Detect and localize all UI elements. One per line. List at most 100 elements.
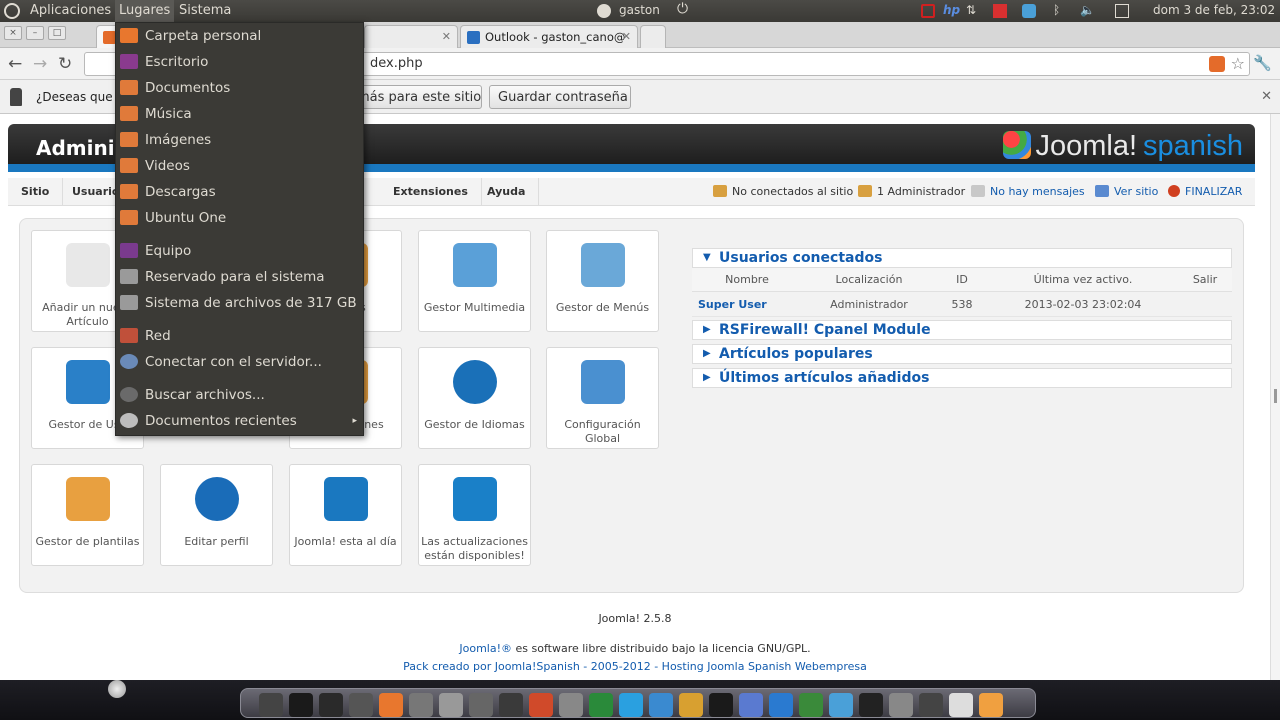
dock-app-icon[interactable] [469,693,493,717]
back-icon[interactable]: ← [8,54,22,74]
dock-app-icon[interactable] [319,693,343,717]
places-item[interactable]: Imágenes [116,128,363,152]
dock-app-icon[interactable] [649,693,673,717]
mail-icon[interactable] [1115,4,1129,18]
user-name[interactable]: gaston [619,3,660,17]
tab-second[interactable]: ✕ [364,25,458,48]
module-rsfirewall[interactable]: ▶ RSFirewall! Cpanel Module [692,320,1232,340]
quickicon[interactable]: Gestor de Idiomas [418,347,531,449]
dock-app-icon[interactable] [799,693,823,717]
user-status-icon[interactable] [597,4,611,18]
documents-folder-icon [120,80,138,95]
dock-app-icon[interactable] [889,693,913,717]
tab-close-icon[interactable]: ✕ [442,30,451,43]
menu-lugares[interactable]: Lugares [115,0,175,22]
places-item[interactable]: Música [116,102,363,126]
status-messages[interactable]: No hay mensajes [971,178,1085,206]
quickicon[interactable]: Gestor de Menús [546,230,659,332]
dock-app-icon[interactable] [559,693,583,717]
places-item[interactable]: Documentos recientes ▸ [116,409,363,433]
pack-credit[interactable]: Pack creado por Joomla!Spanish - 2005-20… [0,660,1270,673]
places-item[interactable]: Ubuntu One [116,206,363,230]
dock-app-icon[interactable] [439,693,463,717]
logout-link[interactable]: FINALIZAR [1168,178,1242,206]
places-item[interactable]: Descargas [116,180,363,204]
hp-icon[interactable]: hp [943,3,960,17]
menu-ayuda[interactable]: Ayuda [474,178,540,206]
admin-status-icon [858,185,872,197]
quickicon[interactable]: Gestor de plantilas [31,464,144,566]
tab-outlook[interactable]: Outlook - gaston_cano@ ✕ [460,25,638,48]
close-window-icon[interactable]: × [4,26,22,40]
dock-app-icon[interactable] [859,693,883,717]
page-scrollbar[interactable] [1270,114,1280,680]
dock-app-icon[interactable] [769,693,793,717]
quickicon-label: Gestor de Idiomas [424,418,525,431]
menu-sitio[interactable]: Sitio [8,178,64,206]
volume-icon[interactable]: 🔈 [1080,3,1095,17]
menu-sistema[interactable]: Sistema [179,3,231,18]
quickicon[interactable]: Editar perfil [160,464,273,566]
bookmark-star-icon[interactable]: ☆ [1231,54,1245,73]
clock[interactable]: dom 3 de feb, 23:02 [1153,3,1275,17]
dock-app-icon[interactable] [529,693,553,717]
dock-app-icon[interactable] [979,693,1003,717]
places-item[interactable]: Videos [116,154,363,178]
dock-app-icon[interactable] [259,693,283,717]
bluetooth-icon[interactable]: ᛒ [1053,3,1060,17]
places-item[interactable]: Documentos [116,76,363,100]
module-users-online[interactable]: ▼ Usuarios conectados [692,248,1232,268]
module-latest-articles[interactable]: ▶ Últimos artículos añadidos [692,368,1232,388]
warning-icon[interactable] [921,4,935,18]
minimize-window-icon[interactable]: – [26,26,44,40]
infobar-close-icon[interactable]: ✕ [1261,89,1272,104]
dock-app-icon[interactable] [349,693,373,717]
quickicon[interactable]: Joomla! esta al día [289,464,402,566]
dock-app-icon[interactable] [499,693,523,717]
dock-app-icon[interactable] [379,693,403,717]
dock-app-icon[interactable] [829,693,853,717]
new-tab-button[interactable] [640,25,666,48]
places-item[interactable]: Sistema de archivos de 317 GB [116,291,363,315]
table-cell-user[interactable]: Super User [692,293,802,317]
dock-app-icon[interactable] [289,693,313,717]
tab-close-icon[interactable]: ✕ [622,30,631,43]
menu-extensiones[interactable]: Extensiones [380,178,482,206]
quickicon-label: Gestor de plantilas [35,535,140,548]
places-item[interactable]: Carpeta personal [116,24,363,48]
dock-app-icon[interactable] [949,693,973,717]
places-item[interactable]: Red [116,324,363,348]
dock-app-icon[interactable] [619,693,643,717]
save-password-button[interactable]: Guardar contraseña [489,85,631,109]
power-icon[interactable]: ⏻ [677,1,688,17]
places-item[interactable]: Equipo [116,239,363,263]
quickicon[interactable]: Gestor Multimedia [418,230,531,332]
ubuntu-logo-icon[interactable] [4,3,20,19]
dock-app-icon[interactable] [409,693,433,717]
dock-app-icon[interactable] [739,693,763,717]
dock-app-icon[interactable] [589,693,613,717]
places-item[interactable]: Escritorio [116,50,363,74]
menu-aplicaciones[interactable]: Aplicaciones [30,3,111,18]
quickicon[interactable]: Las actualizaciones están disponibles! [418,464,531,566]
places-item[interactable]: Reservado para el sistema [116,265,363,289]
wrench-menu-icon[interactable]: 🔧 [1253,54,1272,72]
dock-app-icon[interactable] [709,693,733,717]
reload-icon[interactable]: ↻ [58,54,72,74]
joomla-extension-icon[interactable] [1209,56,1225,72]
never-for-site-button[interactable]: más para este sitio [352,85,482,109]
places-item[interactable]: Conectar con el servidor... [116,350,363,374]
dropbox-icon[interactable] [1022,4,1036,18]
scrollbar-thumb[interactable] [1274,389,1277,403]
places-item[interactable]: Buscar archivos... [116,383,363,407]
module-popular-articles[interactable]: ▶ Artículos populares [692,344,1232,364]
maximize-window-icon[interactable]: □ [48,26,66,40]
forward-icon[interactable]: → [33,54,47,74]
dock-app-icon[interactable] [679,693,703,717]
joomla-link[interactable]: Joomla!® [459,642,512,655]
dock-app-icon[interactable] [919,693,943,717]
quickicon[interactable]: Configuración Global [546,347,659,449]
red-app-icon[interactable] [993,4,1007,18]
network-arrows-icon[interactable]: ⇅ [966,3,976,17]
view-site-link[interactable]: Ver sitio [1095,178,1158,206]
